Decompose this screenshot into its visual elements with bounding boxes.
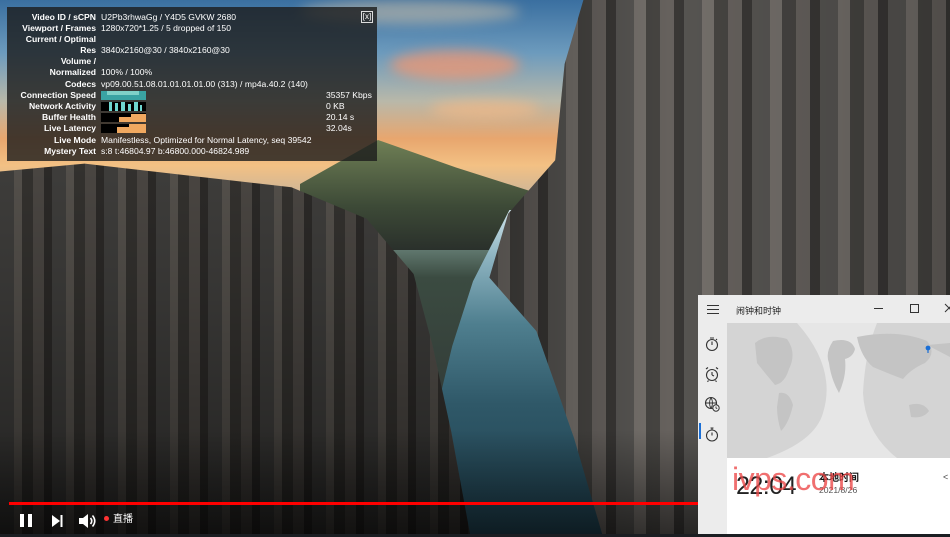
stats-label: Connection Speed [20,90,96,100]
next-button[interactable] [48,510,66,532]
close-icon [944,303,950,313]
alarm-icon [705,367,719,383]
nav-selected-indicator [699,423,701,439]
progress-fill [9,502,698,505]
progress-bar[interactable] [9,502,698,505]
maximize-icon [910,304,919,313]
stats-label: Buffer Health [42,112,96,122]
nav-timer[interactable] [703,335,721,353]
pause-icon [28,514,32,527]
stats-row: Viewport / Frames 1280x720*1.25 / 5 drop… [7,23,377,34]
stats-label: Live Mode [53,135,96,145]
volume-button[interactable] [76,510,98,532]
network-activity-graph [101,102,146,111]
stats-row: Buffer Health 20.14 s [7,112,377,123]
world-map-image [727,323,950,458]
stats-value: Manifestless, Optimized for Normal Laten… [101,135,312,145]
stats-label: Current / Optimal [25,34,96,44]
live-badge[interactable]: 直播 [104,514,133,526]
alarms-clock-window: 闹钟和时钟 22:04 本地时间 2021/8/26 < [698,295,950,534]
world-clock-icon [704,396,720,412]
minimize-icon [874,308,883,309]
stats-row: Connection Speed 35357 Kbps [7,90,377,101]
buffer-health-graph [101,113,146,122]
nav-stopwatch[interactable] [703,425,721,443]
stats-value: U2Pb3rhwaGg / Y4D5 GVKW 2680 [101,12,237,22]
live-dot-icon [104,515,109,521]
stats-row: Current / Optimal [7,34,377,45]
stats-row: Res 3840x2160@30 / 3840x2160@30 [7,45,377,56]
stats-label: Viewport / Frames [22,23,96,33]
stats-value: 20.14 s [326,112,355,122]
stats-row: Normalized 100% / 100% [7,67,377,78]
stats-value: 100% / 100% [101,67,153,77]
timer-icon [705,337,719,352]
hamburger-menu-button[interactable] [707,303,721,315]
live-label: 直播 [113,514,133,525]
pause-icon [20,514,24,527]
stats-row: Video ID / sCPN U2Pb3rhwaGg / Y4D5 GVKW … [7,12,377,23]
maximize-button[interactable] [903,299,925,317]
world-map[interactable] [727,323,950,458]
stats-for-nerds-panel: [x] Video ID / sCPN U2Pb3rhwaGg / Y4D5 G… [7,7,377,161]
more-options-icon[interactable]: < [943,472,948,482]
stats-row: Mystery Text s:8 t:46804.97 b:46800.000-… [7,146,377,157]
cloud [430,100,540,118]
stats-row: Live Mode Manifestless, Optimized for No… [7,135,377,146]
pause-button[interactable] [16,510,36,532]
next-icon [52,515,63,527]
nav-alarm[interactable] [703,365,721,383]
stats-value: 3840x2160@30 / 3840x2160@30 [101,45,230,55]
stats-value: vp09.00.51.08.01.01.01.01.00 (313) / mp4… [101,79,308,89]
close-button[interactable] [938,299,950,317]
stats-value: 0 KB [326,101,345,111]
stats-label: Mystery Text [44,146,96,156]
window-title: 闹钟和时钟 [736,306,782,316]
stats-value: 35357 Kbps [326,90,372,100]
stats-row: Live Latency 32.04s [7,123,377,134]
stopwatch-icon [705,427,719,442]
stats-label: Network Activity [28,101,96,111]
stats-row: Codecs vp09.00.51.08.01.01.01.01.00 (313… [7,79,377,90]
connection-speed-graph [101,91,146,100]
stats-label: Volume / [60,56,96,66]
nav-world-clock[interactable] [703,395,721,413]
stats-label: Live Latency [43,123,96,133]
minimize-button[interactable] [868,299,890,317]
clock-nav [698,323,726,534]
stats-label: Codecs [64,79,96,89]
stats-value: 1280x720*1.25 / 5 dropped of 150 [101,23,231,33]
stats-row: Network Activity 0 KB [7,101,377,112]
live-latency-graph [101,124,146,133]
cloud [390,50,520,80]
stats-value: s:8 t:46804.97 b:46800.000-46824.989 [101,146,250,156]
volume-icon [79,514,96,528]
watermark-text: ivps.com [732,461,855,497]
stats-value: 32.04s [326,123,352,133]
stats-label: Normalized [49,67,96,77]
stats-label: Video ID / sCPN [31,12,96,22]
stats-row: Volume / [7,56,377,67]
stats-label: Res [80,45,96,55]
